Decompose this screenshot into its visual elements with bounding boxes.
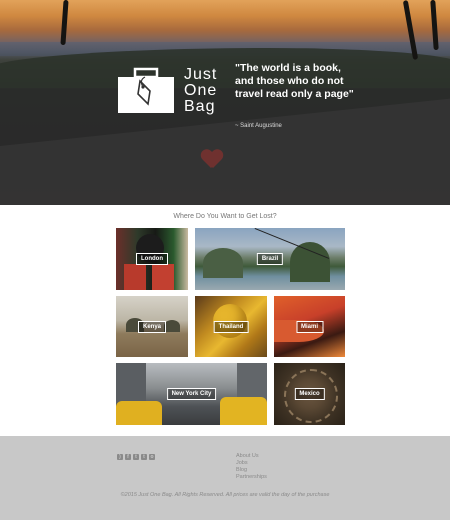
tumblr-icon[interactable]: t bbox=[141, 454, 147, 460]
palm-trunk bbox=[60, 0, 69, 46]
photo-tree bbox=[164, 320, 180, 332]
photo-taxi bbox=[116, 401, 162, 425]
footer-link-jobs[interactable]: Jobs bbox=[236, 460, 267, 467]
destination-tile-miami[interactable]: Miami bbox=[274, 296, 345, 357]
photo-taxi bbox=[220, 397, 267, 425]
destination-label: Kenya bbox=[137, 320, 167, 333]
photo-mountain bbox=[290, 242, 330, 282]
footer-links: About Us Jobs Blog Partnerships bbox=[236, 453, 267, 481]
footer-link-about-us[interactable]: About Us bbox=[236, 453, 267, 460]
destination-label: Mexico bbox=[294, 388, 325, 400]
copyright-text: ©2015 Just One Bag. All Rights Reserved.… bbox=[120, 492, 330, 498]
twitter-icon[interactable]: t bbox=[133, 454, 139, 460]
destination-tile-mexico[interactable]: Mexico bbox=[274, 363, 345, 425]
footer bbox=[0, 436, 450, 520]
footer-link-partnerships[interactable]: Partnerships bbox=[236, 474, 267, 481]
photo-guard bbox=[152, 264, 174, 290]
destination-label: New York City bbox=[166, 388, 217, 400]
destination-label: London bbox=[136, 253, 168, 265]
photo-mountain bbox=[203, 248, 243, 278]
suitcase-logo-icon[interactable] bbox=[118, 67, 174, 113]
hero-hills bbox=[0, 48, 450, 88]
facebook-icon[interactable]: f bbox=[125, 454, 131, 460]
destination-label: Miami bbox=[295, 320, 324, 333]
hero-road bbox=[0, 87, 450, 205]
instagram-icon[interactable]: o bbox=[149, 454, 155, 460]
footer-link-blog[interactable]: Blog bbox=[236, 467, 267, 474]
section-title: Where Do You Want to Get Lost? bbox=[173, 213, 277, 220]
destination-label: Brazil bbox=[256, 253, 284, 265]
destination-tile-london[interactable]: London bbox=[116, 228, 188, 290]
brand-line-1: Just bbox=[184, 66, 218, 83]
destination-tile-kenya[interactable]: Kenya bbox=[116, 296, 188, 357]
photo-guard bbox=[124, 264, 146, 290]
brand-line-3: Bag bbox=[184, 98, 216, 115]
destination-tile-thailand[interactable]: Thailand bbox=[195, 296, 267, 357]
brand-line-2: One bbox=[184, 82, 218, 99]
photo-building bbox=[116, 363, 146, 403]
heart-shape bbox=[201, 150, 223, 170]
quote-author: ~ Saint Augustine bbox=[235, 123, 282, 129]
rss-icon[interactable]: ) bbox=[117, 454, 123, 460]
destination-tile-brazil[interactable]: Brazil bbox=[195, 228, 345, 290]
hero-quote: "The world is a book, and those who do n… bbox=[235, 62, 354, 100]
destination-tile-new-york-city[interactable]: New York City bbox=[116, 363, 267, 425]
brand-name[interactable]: Just One Bag bbox=[184, 67, 217, 115]
destination-label: Thailand bbox=[213, 320, 249, 333]
hero-banner: Just One Bag "The world is a book, and t… bbox=[0, 0, 450, 205]
social-icons: ) f t t o bbox=[117, 454, 155, 460]
